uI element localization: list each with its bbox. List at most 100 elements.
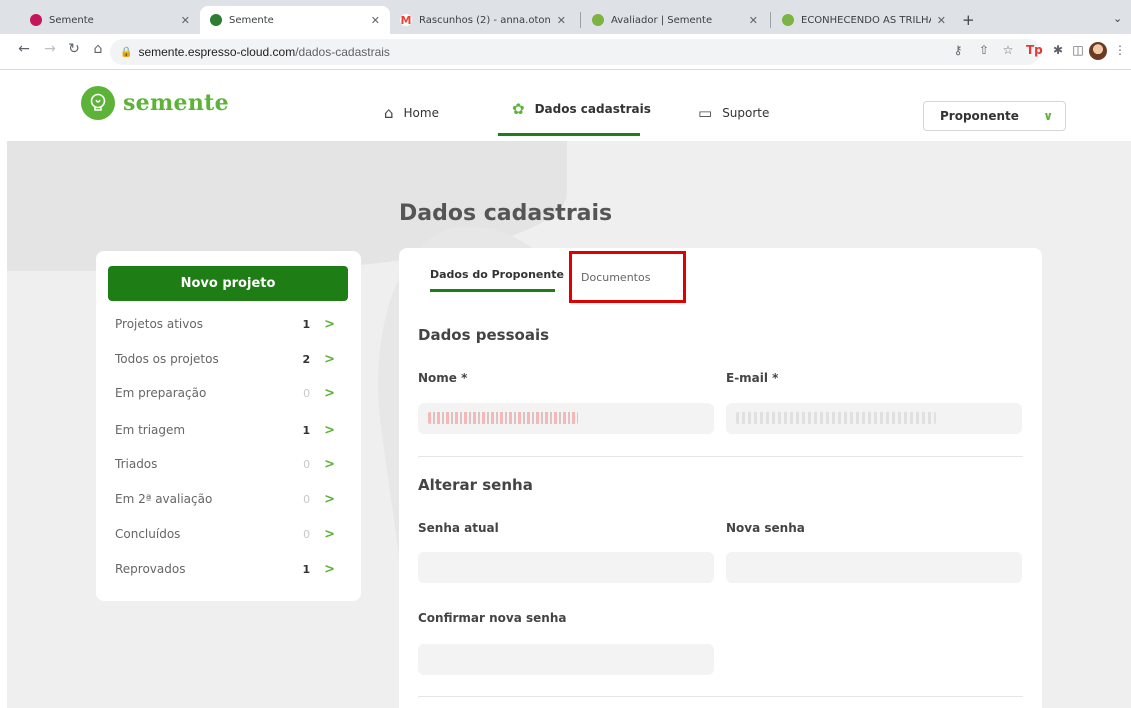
active-tab-underline <box>430 289 555 292</box>
redacted-value <box>428 412 578 424</box>
confirmar-senha-label: Confirmar nova senha <box>418 611 567 625</box>
close-tab-icon[interactable]: ✕ <box>371 14 380 27</box>
tab-title: Rascunhos (2) - anna.otoni@cu <box>419 14 551 26</box>
logo-text: semente <box>123 90 229 116</box>
sidebar-item-count: 0 <box>303 492 311 506</box>
browser-tab[interactable]: Avaliador | Semente ✕ <box>582 6 768 34</box>
profile-avatar[interactable] <box>1089 42 1107 60</box>
tab-title: Avaliador | Semente <box>611 14 713 26</box>
sidebar-item-em-preparacao[interactable]: Em preparação 0 > <box>115 383 335 403</box>
role-select-value: Proponente <box>940 109 1019 123</box>
back-arrow-icon[interactable]: ← <box>14 41 34 57</box>
tab-title: ECONHECENDO AS TRILHAS | <box>801 14 931 26</box>
confirmar-senha-field[interactable] <box>418 644 714 675</box>
url-domain: semente.espresso-cloud.com <box>138 45 296 59</box>
sidebar-item-todos-projetos[interactable]: Todos os projetos 2 > <box>115 349 335 369</box>
close-tab-icon[interactable]: ✕ <box>937 14 946 27</box>
section-dados-pessoais: Dados pessoais <box>418 326 550 344</box>
email-label: E-mail * <box>726 371 779 385</box>
sidebar-item-label: Em triagem <box>115 423 186 437</box>
key-icon[interactable]: ⚷ <box>950 43 966 57</box>
new-project-button[interactable]: Novo projeto <box>108 266 348 301</box>
section-alterar-senha: Alterar senha <box>418 476 533 494</box>
nome-label: Nome * <box>418 371 468 385</box>
close-tab-icon[interactable]: ✕ <box>557 14 566 27</box>
nova-senha-field[interactable] <box>726 552 1022 583</box>
sidebar-item-label: Triados <box>115 457 158 471</box>
email-field[interactable] <box>726 403 1022 434</box>
nav-dados-cadastrais[interactable]: ✿ Dados cadastrais <box>512 100 651 118</box>
section-divider <box>418 456 1023 457</box>
semente-favicon-icon <box>210 14 222 26</box>
chevron-right-icon: > <box>324 422 335 438</box>
section-divider <box>418 696 1023 697</box>
share-icon[interactable]: ⇧ <box>976 43 992 57</box>
lock-icon: 🔒 <box>120 46 133 58</box>
role-select[interactable]: Proponente ∨ <box>923 101 1066 131</box>
browser-tab[interactable]: M Rascunhos (2) - anna.otoni@cu ✕ <box>390 6 576 34</box>
sidebar-item-label: Em preparação <box>115 386 207 400</box>
browser-tab[interactable]: Semente ✕ <box>20 6 200 34</box>
sidebar-item-projetos-ativos[interactable]: Projetos ativos 1 > <box>115 314 335 334</box>
new-tab-icon[interactable]: + <box>962 11 975 29</box>
browser-tab-active[interactable]: Semente ✕ <box>200 6 390 34</box>
chevron-right-icon: > <box>324 385 335 401</box>
reload-icon[interactable]: ↻ <box>64 41 84 57</box>
lightbulb-logo-icon <box>81 86 115 120</box>
tab-dados-proponente[interactable]: Dados do Proponente <box>430 268 564 281</box>
puzzle-extensions-icon[interactable]: ✱ <box>1050 43 1066 57</box>
home-icon: ⌂ <box>384 104 394 122</box>
tab-title: Semente <box>49 14 94 26</box>
page-title: Dados cadastrais <box>399 201 613 226</box>
sidebar-item-label: Todos os projetos <box>115 352 219 366</box>
sidebar-item-count: 0 <box>303 457 311 471</box>
nova-senha-label: Nova senha <box>726 521 805 535</box>
more-menu-icon[interactable]: ⋮ <box>1112 43 1128 57</box>
browser-toolbar: ← → ↻ ⌂ 🔒 semente.espresso-cloud.com/dad… <box>0 34 1131 70</box>
chevron-down-icon: ∨ <box>1043 109 1053 123</box>
chevron-right-icon: > <box>324 316 335 332</box>
side-panel-icon[interactable]: ◫ <box>1070 43 1086 57</box>
sidebar-item-triados[interactable]: Triados 0 > <box>115 454 335 474</box>
sidebar-item-count: 1 <box>302 423 311 437</box>
nav-suporte-label: Suporte <box>722 106 770 120</box>
sidebar-item-reprovados[interactable]: Reprovados 1 > <box>115 559 335 579</box>
nome-field[interactable] <box>418 403 714 434</box>
registration-form-card: Dados do Proponente Documentos Dados pes… <box>399 248 1042 708</box>
browser-tab[interactable]: ECONHECENDO AS TRILHAS | ✕ <box>772 6 956 34</box>
sidebar-item-count: 2 <box>302 352 311 366</box>
highlight-box <box>569 251 686 303</box>
gear-icon: ✿ <box>512 100 525 118</box>
nav-suporte[interactable]: ▭ Suporte <box>698 104 769 122</box>
close-tab-icon[interactable]: ✕ <box>749 14 758 27</box>
nav-active-underline <box>498 133 640 136</box>
sidebar-item-em-triagem[interactable]: Em triagem 1 > <box>115 420 335 440</box>
trilhas-favicon-icon <box>782 14 794 26</box>
chevron-right-icon: > <box>324 561 335 577</box>
address-bar[interactable]: 🔒 semente.espresso-cloud.com/dados-cadas… <box>110 39 1040 65</box>
redacted-value <box>736 412 936 424</box>
sidebar-item-label: Reprovados <box>115 562 186 576</box>
senha-atual-field[interactable] <box>418 552 714 583</box>
tp-extension-icon[interactable]: Tp <box>1026 43 1043 57</box>
project-sidebar: Novo projeto Projetos ativos 1 > Todos o… <box>96 251 361 601</box>
sidebar-item-label: Em 2ª avaliação <box>115 492 213 506</box>
nav-home[interactable]: ⌂ Home <box>384 104 439 122</box>
tab-separator <box>770 12 771 28</box>
url-path: /dados-cadastrais <box>295 45 390 59</box>
close-tab-icon[interactable]: ✕ <box>181 14 190 27</box>
senha-atual-label: Senha atual <box>418 521 499 535</box>
gmail-favicon-icon: M <box>400 13 412 27</box>
sidebar-item-concluidos[interactable]: Concluídos 0 > <box>115 524 335 544</box>
star-icon[interactable]: ☆ <box>1000 43 1016 57</box>
chevron-right-icon: > <box>324 456 335 472</box>
sidebar-item-label: Concluídos <box>115 527 181 541</box>
tab-search-chevron-icon[interactable]: ⌄ <box>1113 12 1122 25</box>
home-icon[interactable]: ⌂ <box>88 41 108 57</box>
sidebar-item-segunda-avaliacao[interactable]: Em 2ª avaliação 0 > <box>115 489 335 509</box>
forward-arrow-icon[interactable]: → <box>40 41 60 57</box>
semente-logo[interactable]: semente <box>81 86 229 120</box>
sidebar-item-count: 0 <box>303 386 311 400</box>
chevron-right-icon: > <box>324 491 335 507</box>
nav-dados-label: Dados cadastrais <box>534 102 651 116</box>
